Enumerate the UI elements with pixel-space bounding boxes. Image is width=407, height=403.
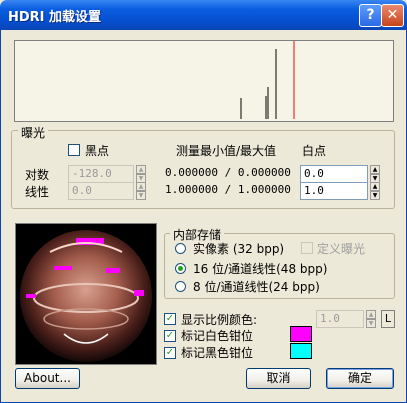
help-icon: ? bbox=[366, 7, 375, 23]
scale-lock-button[interactable]: L bbox=[381, 310, 395, 328]
radio-real-pixels[interactable] bbox=[175, 243, 186, 254]
linear-measure-value: 1.000000 / 1.000000 bbox=[165, 183, 291, 196]
black-point-label: 黑点 bbox=[85, 144, 110, 158]
linear-black-spinner[interactable]: ▲ ▼ bbox=[136, 182, 146, 200]
log-black-input[interactable]: -128.0 bbox=[68, 165, 134, 183]
white-clamp-checkbox[interactable]: ✓ bbox=[164, 330, 176, 342]
help-button[interactable]: ? bbox=[359, 4, 382, 27]
radio-16bit-linear[interactable] bbox=[175, 263, 186, 274]
linear-white-input[interactable]: 1.0 bbox=[300, 182, 368, 200]
about-button[interactable]: About... bbox=[15, 368, 80, 389]
linear-white-spinner[interactable]: ▲ ▼ bbox=[370, 182, 380, 200]
linear-row-label: 线性 bbox=[25, 185, 50, 199]
black-clamp-color-swatch[interactable] bbox=[290, 343, 312, 359]
scale-color-checkbox[interactable]: ✓ bbox=[164, 313, 176, 325]
preview-graphic bbox=[20, 230, 152, 362]
scale-value-spinner[interactable]: ▲ ▼ bbox=[366, 310, 376, 328]
window-title: HDRI 加载设置 bbox=[8, 10, 102, 25]
radio-8bit-linear-label: 8 位/通道线性(24 bpp) bbox=[193, 280, 320, 294]
log-measure-value: 0.000000 / 0.000000 bbox=[165, 166, 291, 179]
scale-value-input[interactable]: 1.0 bbox=[316, 310, 364, 328]
preview-sphere bbox=[20, 230, 152, 362]
radio-real-pixels-label: 实像素 (32 bpp) bbox=[193, 242, 285, 256]
white-point-header: 白点 bbox=[302, 144, 327, 158]
white-clamp-label: 标记白色钳位 bbox=[181, 329, 254, 343]
hdri-preview-image bbox=[15, 223, 157, 365]
white-clamp-color-swatch[interactable] bbox=[290, 326, 312, 342]
define-exposure-label: 定义曝光 bbox=[317, 242, 366, 256]
histogram-plot bbox=[240, 41, 295, 119]
scale-color-label: 显示比例颜色: bbox=[181, 313, 258, 327]
linear-black-input[interactable]: 0.0 bbox=[68, 182, 134, 200]
log-white-spinner[interactable]: ▲ ▼ bbox=[370, 165, 380, 183]
close-button[interactable]: ✕ bbox=[381, 4, 404, 27]
histogram bbox=[14, 40, 394, 122]
define-exposure-checkbox[interactable] bbox=[301, 242, 313, 254]
black-clamp-label: 标记黑色钳位 bbox=[181, 346, 254, 360]
ok-button[interactable]: 确定 bbox=[326, 368, 394, 389]
black-clamp-checkbox[interactable]: ✓ bbox=[164, 347, 176, 359]
log-black-spinner[interactable]: ▲ ▼ bbox=[136, 165, 146, 183]
radio-16bit-linear-label: 16 位/通道线性(48 bpp) bbox=[193, 262, 328, 276]
radio-8bit-linear[interactable] bbox=[175, 281, 186, 292]
black-point-checkbox[interactable] bbox=[68, 144, 80, 156]
close-icon: ✕ bbox=[386, 7, 399, 23]
log-white-input[interactable]: 0.0 bbox=[300, 165, 368, 183]
cancel-button[interactable]: 取消 bbox=[246, 368, 311, 389]
log-row-label: 对数 bbox=[25, 168, 50, 182]
measure-header: 测量最小值/最大值 bbox=[176, 144, 277, 158]
exposure-group-title: 曝光 bbox=[18, 124, 49, 141]
